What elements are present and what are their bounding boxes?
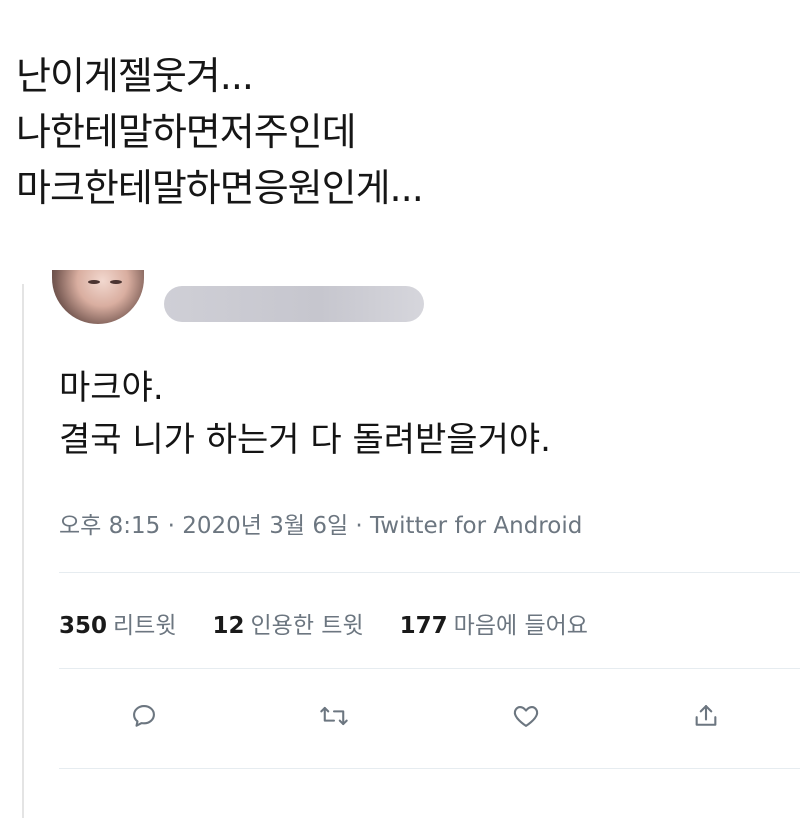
quote-count[interactable]: 12 인용한 트윗 [213, 606, 364, 640]
heart-icon [513, 705, 539, 727]
tweet-actions [24, 696, 800, 736]
retweet-count-label: 리트윗 [113, 613, 177, 639]
avatar[interactable] [52, 270, 144, 324]
tweet-text-line: 결국 니가 하는거 다 돌려받을거야. [59, 420, 551, 460]
tweet-card: 마크야. 결국 니가 하는거 다 돌려받을거야. 오후 8:15 · 2020년… [22, 270, 800, 818]
divider [59, 668, 800, 669]
share-icon [695, 705, 717, 726]
username-blurred[interactable] [164, 286, 424, 322]
quote-count-label: 인용한 트윗 [250, 613, 364, 639]
caption-line: 난이게젤웃겨... [16, 54, 254, 98]
tweet-text: 마크야. 결국 니가 하는거 다 돌려받을거야. [59, 362, 551, 466]
quote-count-number: 12 [212, 613, 245, 639]
tweet-text-line: 마크야. [59, 368, 164, 408]
retweet-count[interactable]: 350 리트윗 [59, 606, 177, 640]
like-count[interactable]: 177 마음에 들어요 [400, 606, 588, 640]
retweet-button[interactable] [314, 696, 354, 736]
reply-icon [133, 705, 155, 727]
like-count-label: 마음에 들어요 [453, 613, 588, 639]
caption-line: 나한테말하면저주인데 [16, 110, 357, 154]
reply-button[interactable] [124, 696, 164, 736]
caption-line: 마크한테말하면응원인게... [16, 166, 424, 210]
divider [59, 768, 800, 769]
tweet-stats: 350 리트윗 12 인용한 트윗 177 마음에 들어요 [59, 606, 624, 640]
retweet-count-number: 350 [59, 613, 108, 639]
retweet-icon [320, 706, 348, 726]
like-count-number: 177 [399, 613, 448, 639]
tweet-timestamp[interactable]: 오후 8:15 · 2020년 3월 6일 · Twitter for Andr… [59, 506, 582, 540]
share-button[interactable] [686, 696, 726, 736]
divider [59, 572, 800, 573]
like-button[interactable] [506, 696, 546, 736]
caption-text: 난이게젤웃겨... 나한테말하면저주인데 마크한테말하면응원인게... [16, 48, 424, 216]
